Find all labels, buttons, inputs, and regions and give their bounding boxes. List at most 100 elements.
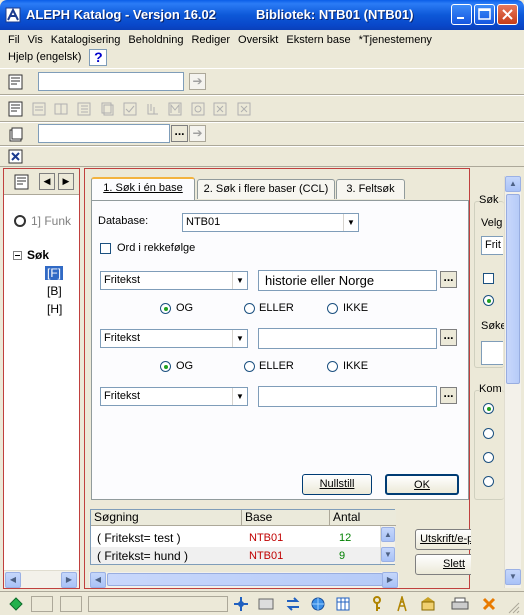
chevron-down-icon[interactable]: ▼ xyxy=(343,214,358,231)
calendar-icon[interactable] xyxy=(335,596,351,612)
menu-tjenestemeny[interactable]: *Tjenestemeny xyxy=(355,34,436,46)
document-icon[interactable] xyxy=(8,127,24,143)
record-icon[interactable] xyxy=(8,74,24,90)
globe-icon[interactable] xyxy=(310,596,326,612)
reset-button[interactable]: Nullstill xyxy=(302,474,372,495)
scroll-up-icon[interactable]: ▲ xyxy=(505,176,521,192)
column-header-query[interactable]: Søgning xyxy=(91,510,242,526)
close-button[interactable] xyxy=(497,4,518,25)
combine-radio-4[interactable] xyxy=(483,476,494,487)
operator-og-radio-2[interactable] xyxy=(160,361,171,372)
field-select-3[interactable]: Fritekst ▼ xyxy=(100,387,248,406)
chevron-down-icon[interactable]: ▼ xyxy=(232,272,247,289)
field-select-2[interactable]: Fritekst ▼ xyxy=(100,329,248,348)
scroll-left-icon[interactable]: ◀ xyxy=(5,572,21,588)
minimize-button[interactable] xyxy=(451,4,472,25)
operator-eller-radio-2[interactable] xyxy=(244,361,255,372)
scroll-left-icon[interactable]: ◀ xyxy=(90,572,106,588)
browse-button-toolbar[interactable]: ... xyxy=(171,125,188,142)
help-button[interactable]: ? xyxy=(89,48,108,66)
scroll-down-icon[interactable]: ▼ xyxy=(381,547,395,562)
menu-oversikt[interactable]: Oversikt xyxy=(234,34,282,46)
scroll-right-icon[interactable]: ▶ xyxy=(61,572,77,588)
scroll-up-icon[interactable]: ▲ xyxy=(381,527,395,542)
menu-katalogisering[interactable]: Katalogisering xyxy=(47,34,125,46)
tree-item-f[interactable]: [F] xyxy=(44,265,64,281)
operator-og-radio-1[interactable] xyxy=(160,303,171,314)
tree-collapse-icon[interactable] xyxy=(13,251,22,260)
combine-radio-1[interactable] xyxy=(483,403,494,414)
search-term-input-1[interactable]: historie eller Norge xyxy=(258,270,437,291)
marc-icon xyxy=(168,102,182,116)
title-bar[interactable]: ALEPH Katalog - Versjon 16.02 Bibliotek:… xyxy=(0,0,524,30)
operator-ikke-radio-1[interactable] xyxy=(327,303,338,314)
right-input[interactable] xyxy=(481,341,503,365)
tab-search-multi-base[interactable]: 2. Søk i flere baser (CCL) xyxy=(197,179,335,199)
table-row[interactable]: ( Fritekst= test ) NTB01 12 xyxy=(91,529,380,547)
main-hscrollbar[interactable]: ◀ ▶ xyxy=(89,572,399,588)
ok-button[interactable]: OK xyxy=(385,474,459,495)
network-icon[interactable] xyxy=(233,596,249,612)
right-select[interactable]: Frit xyxy=(481,236,503,255)
chevron-down-icon[interactable]: ▼ xyxy=(232,330,247,347)
right-radio[interactable] xyxy=(483,295,494,306)
function-label[interactable]: 1] Funk xyxy=(31,214,71,228)
catalog-record-icon[interactable] xyxy=(8,101,24,117)
menu-ekstern-base[interactable]: Ekstern base xyxy=(282,34,354,46)
operator-ikke-radio-2[interactable] xyxy=(327,361,338,372)
scroll-thumb[interactable] xyxy=(506,194,520,384)
printer-icon[interactable] xyxy=(451,596,469,612)
column-header-base[interactable]: Base xyxy=(242,510,330,526)
status-panel-1[interactable] xyxy=(31,596,53,612)
panel-next-button[interactable]: ▶ xyxy=(58,173,74,190)
chevron-down-icon[interactable]: ▼ xyxy=(232,388,247,405)
tab-field-search[interactable]: 3. Feltsøk xyxy=(336,179,405,199)
menu-fil[interactable]: Fil xyxy=(4,34,24,46)
left-panel-hscrollbar[interactable]: ◀ ▶ xyxy=(4,570,79,588)
combine-radio-2[interactable] xyxy=(483,428,494,439)
right-vscrollbar[interactable]: ▲ ▼ xyxy=(504,176,521,588)
tree-item-b[interactable]: [B] xyxy=(47,284,62,298)
resize-grip-icon[interactable] xyxy=(506,600,520,614)
search-term-input-2[interactable] xyxy=(258,328,437,349)
transfer-icon[interactable] xyxy=(285,596,301,612)
tab-search-one-base[interactable]: 1. Søk i én base xyxy=(91,177,195,200)
column-header-count[interactable]: Antal xyxy=(330,510,396,526)
menu-vis[interactable]: Vis xyxy=(24,34,47,46)
cancel-x-icon[interactable] xyxy=(481,596,497,612)
close-window-icon[interactable] xyxy=(8,149,24,165)
scroll-right-icon[interactable]: ▶ xyxy=(382,572,398,588)
browse-index-button-1[interactable]: ... xyxy=(440,271,457,288)
status-panel-2[interactable] xyxy=(60,596,82,612)
go-arrow-icon[interactable]: ➔ xyxy=(189,73,206,90)
panel-prev-button[interactable]: ◀ xyxy=(39,173,55,190)
search-term-input-3[interactable] xyxy=(258,386,437,407)
browse-index-button-2[interactable]: ... xyxy=(440,329,457,346)
word-order-checkbox[interactable] xyxy=(100,243,111,254)
combine-radio-3[interactable] xyxy=(483,452,494,463)
menu-beholdning[interactable]: Beholdning xyxy=(124,34,187,46)
command-input-2[interactable] xyxy=(38,124,170,143)
results-vscrollbar[interactable]: ▲ ▼ xyxy=(380,526,395,564)
tree-root-sok[interactable]: Søk xyxy=(27,248,49,262)
online-diamond-icon[interactable] xyxy=(9,597,23,611)
menu-help[interactable]: Hjelp (engelsk) xyxy=(4,51,85,63)
database-select[interactable]: NTB01 ▼ xyxy=(182,213,359,232)
maximize-button[interactable] xyxy=(474,4,495,25)
browse-index-button-3[interactable]: ... xyxy=(440,387,457,404)
operator-eller-radio-1[interactable] xyxy=(244,303,255,314)
panel-view-icon[interactable] xyxy=(14,174,30,190)
marc-status-icon[interactable] xyxy=(258,596,274,612)
right-checkbox[interactable] xyxy=(483,273,494,284)
key-icon[interactable] xyxy=(369,596,385,612)
scroll-thumb[interactable] xyxy=(107,573,383,586)
tree-item-h[interactable]: [H] xyxy=(47,302,62,316)
table-row[interactable]: ( Fritekst= hund ) NTB01 9 xyxy=(91,547,380,564)
field-select-1[interactable]: Fritekst ▼ xyxy=(100,271,248,290)
library-building-icon[interactable] xyxy=(420,596,436,612)
go-arrow-icon-2[interactable]: ➔ xyxy=(189,125,206,142)
command-input-1[interactable] xyxy=(38,72,184,91)
tower-icon[interactable] xyxy=(394,596,410,612)
menu-rediger[interactable]: Rediger xyxy=(187,34,234,46)
scroll-down-icon[interactable]: ▼ xyxy=(505,569,521,585)
